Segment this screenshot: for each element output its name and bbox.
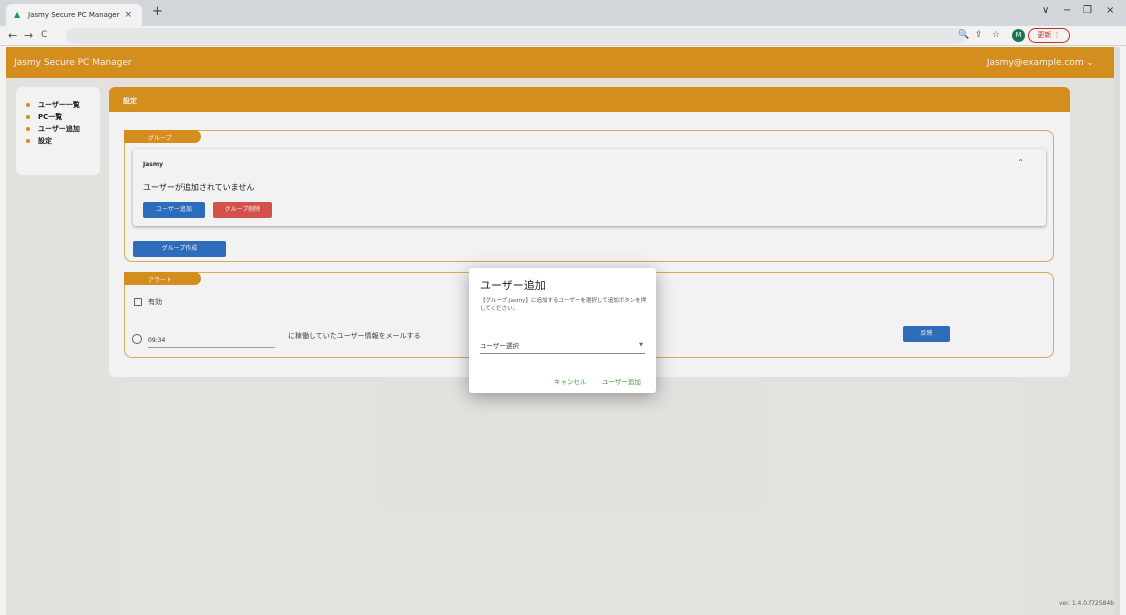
dialog-description: 【グループ:Jasmy】に追加するユーザーを選択して追加ボタンを押してください。 <box>480 298 647 312</box>
cancel-button[interactable]: キャンセル <box>554 376 587 386</box>
user-select-placeholder: ユーザー選択 <box>480 342 519 350</box>
dialog-title: ユーザー追加 <box>480 279 546 292</box>
add-user-dialog: ユーザー追加 【グループ:Jasmy】に追加するユーザーを選択して追加ボタンを押… <box>469 268 656 393</box>
user-select[interactable]: ユーザー選択 ▼ <box>480 340 645 354</box>
confirm-add-user-button[interactable]: ユーザー追加 <box>602 376 641 386</box>
dropdown-arrow-icon: ▼ <box>639 342 643 348</box>
